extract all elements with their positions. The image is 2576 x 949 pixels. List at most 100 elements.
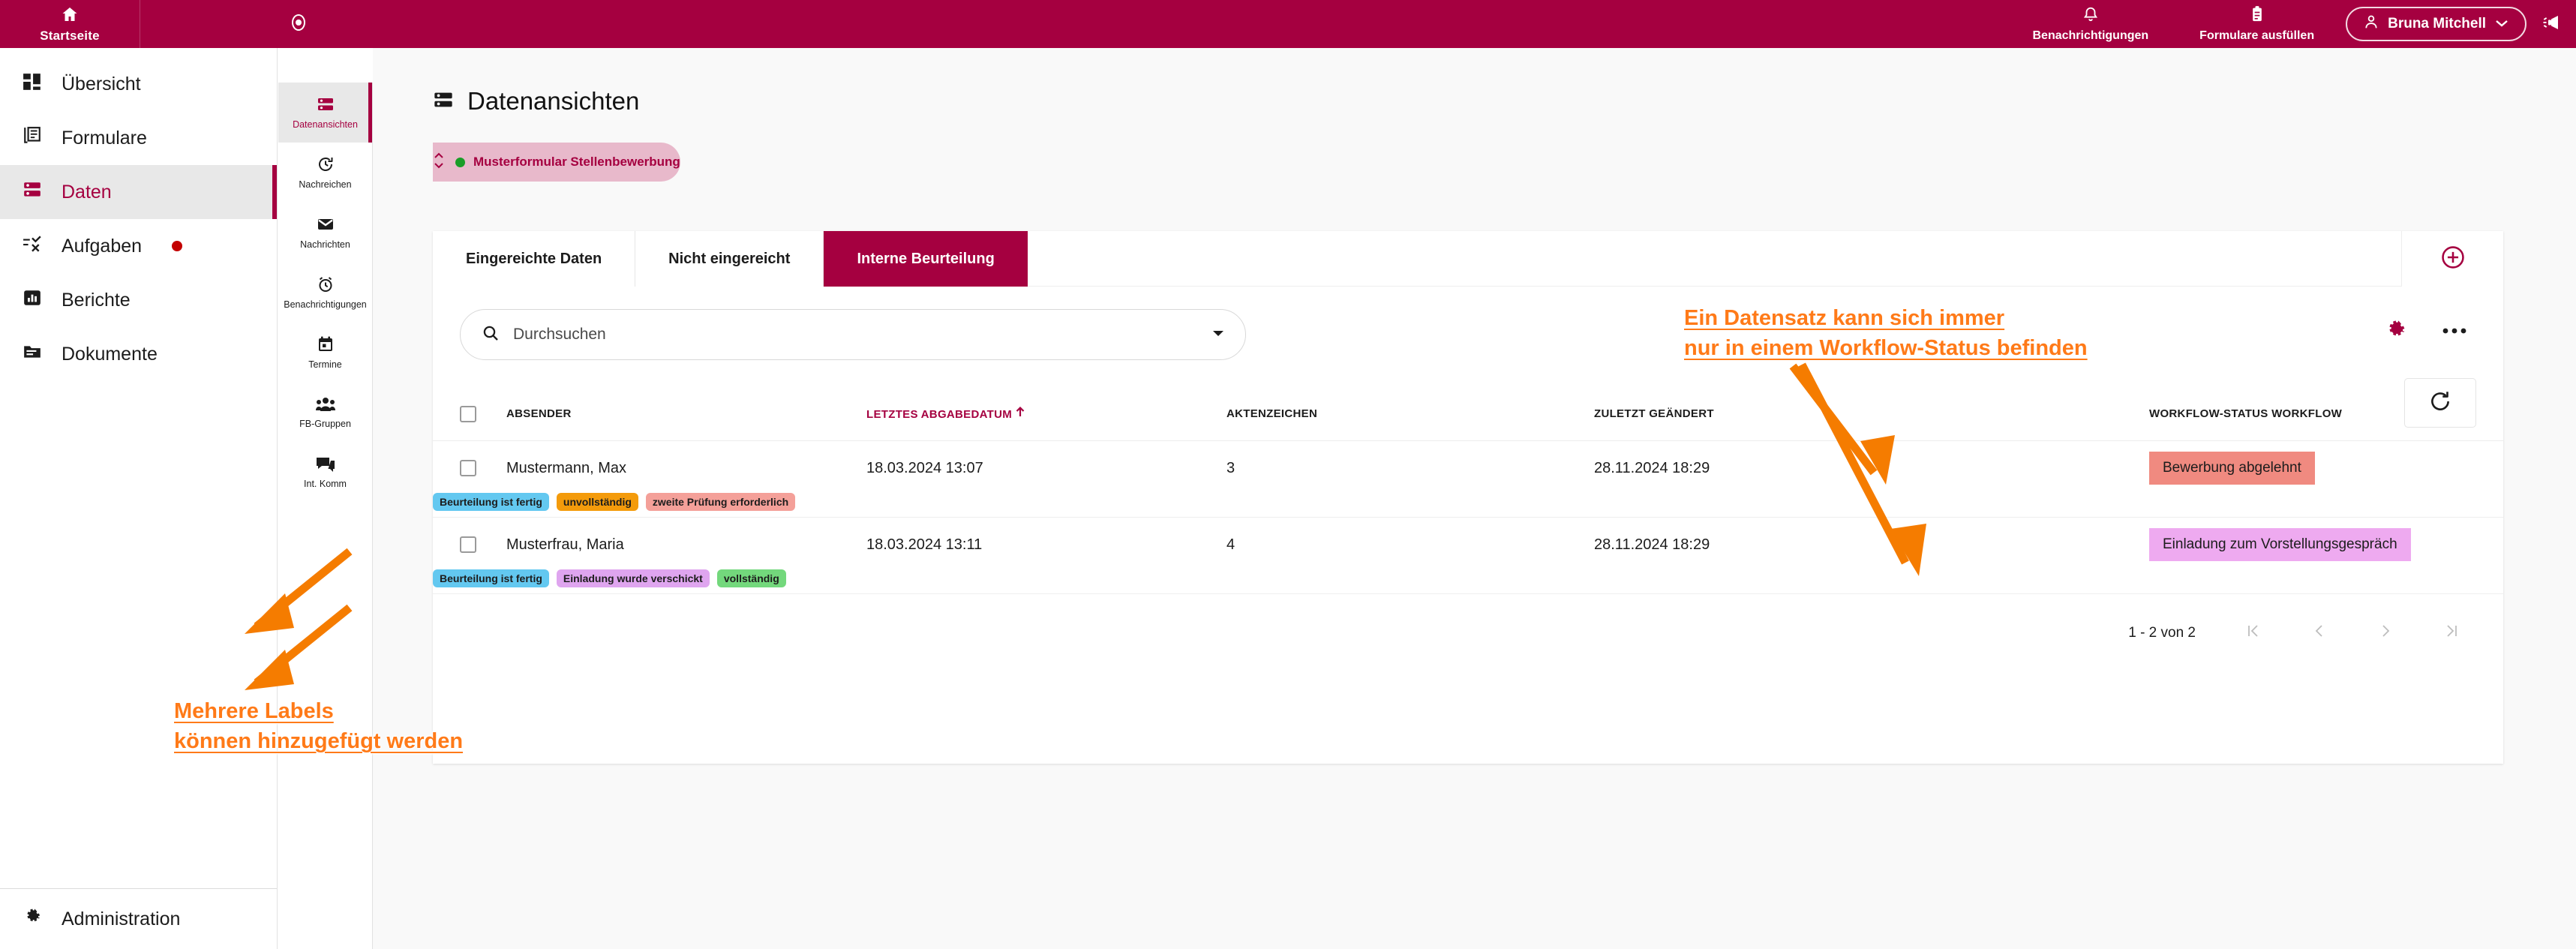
dashboard-icon: [23, 72, 42, 97]
rail-item-label: Datenansichten: [293, 119, 358, 131]
table-row[interactable]: Mustermann, Max 18.03.2024 13:07 3 28.11…: [433, 441, 2503, 518]
next-page-icon[interactable]: [2377, 623, 2394, 644]
table-header-row: ABSENDER LETZTES ABGABEDATUM AKTENZEICHE…: [433, 387, 2503, 441]
more-horizontal-icon[interactable]: [2442, 326, 2467, 339]
plus-circle-icon: [2440, 245, 2466, 274]
column-header-absender[interactable]: ABSENDER: [506, 407, 866, 420]
notifications-button[interactable]: Benachrichtigungen: [2007, 0, 2174, 48]
sort-asc-icon: [1015, 406, 1025, 421]
sidebar-item-formulare[interactable]: Formulare: [0, 111, 277, 165]
label-chip[interactable]: vollständig: [716, 569, 786, 587]
sidebar-item-daten[interactable]: Daten: [0, 165, 277, 219]
label-chip[interactable]: Beurteilung ist fertig: [433, 569, 549, 587]
row-select-cell[interactable]: [460, 460, 506, 476]
sidebar-item-dokumente[interactable]: Dokumente: [0, 327, 277, 381]
search-input[interactable]: Durchsuchen: [460, 309, 1246, 360]
sidebar-item-label: Übersicht: [62, 73, 141, 95]
tab-nicht-eingereicht[interactable]: Nicht eingereicht: [635, 231, 824, 287]
rail-item-int-komm[interactable]: Int. Komm: [278, 443, 372, 503]
rail-item-label: Int. Komm: [304, 479, 347, 490]
table-toolbar: Durchsuchen: [433, 287, 2503, 428]
record-circle-icon: [290, 13, 307, 36]
alarm-icon: [317, 275, 335, 297]
column-header-aktenzeichen[interactable]: AKTENZEICHEN: [1226, 407, 1594, 420]
last-page-icon[interactable]: [2443, 623, 2460, 644]
label-chip[interactable]: Einladung wurde verschickt: [556, 569, 710, 587]
cell-absender: Musterfrau, Maria: [506, 536, 624, 553]
rail-item-termine[interactable]: Termine: [278, 323, 372, 383]
cell-zuletzt-geaendert: 28.11.2024 18:29: [1594, 459, 1710, 476]
home-button[interactable]: Startseite: [0, 0, 140, 48]
bell-icon: [2082, 5, 2099, 27]
fill-forms-button[interactable]: Formulare ausfüllen: [2174, 0, 2340, 48]
notifications-label: Benachrichtigungen: [2032, 29, 2149, 42]
cell-datum: 18.03.2024 13:11: [866, 536, 983, 553]
first-page-icon[interactable]: [2245, 623, 2262, 644]
form-selector[interactable]: Musterformular Stellenbewerbung: [433, 143, 680, 182]
row-checkbox[interactable]: [460, 536, 476, 553]
record-circle-button[interactable]: [290, 13, 307, 36]
prev-page-icon[interactable]: [2311, 623, 2328, 644]
select-all-checkbox[interactable]: [460, 405, 476, 422]
add-view-button[interactable]: [2401, 231, 2503, 287]
people-icon: [315, 396, 335, 416]
sidebar-item-uebersicht[interactable]: Übersicht: [0, 57, 277, 111]
status-badge: Bewerbung abgelehnt: [2149, 452, 2315, 485]
tab-label: Interne Beurteilung: [857, 250, 995, 267]
table-row[interactable]: Musterfrau, Maria 18.03.2024 13:11 4 28.…: [433, 518, 2503, 594]
clipboard-icon: [2250, 5, 2265, 27]
sidebar-item-administration[interactable]: Administration: [0, 889, 277, 949]
rail-item-label: FB-Gruppen: [299, 419, 351, 430]
mail-icon: [317, 215, 335, 237]
fill-forms-label: Formulare ausfüllen: [2199, 29, 2315, 42]
label-chip[interactable]: zweite Prüfung erforderlich: [645, 493, 796, 511]
row-labels: Beurteilung ist fertig Einladung wurde v…: [433, 569, 786, 587]
chart-icon: [23, 288, 42, 313]
rail-item-nachreichen[interactable]: Nachreichen: [278, 143, 372, 203]
gear-icon[interactable]: [2383, 318, 2407, 346]
main-content: Datenansichten Musterformular Stellenbew…: [373, 48, 2576, 949]
label-chip[interactable]: Beurteilung ist fertig: [433, 493, 549, 511]
row-checkbox[interactable]: [460, 460, 476, 476]
tab-label: Eingereichte Daten: [466, 250, 602, 267]
home-label: Startseite: [40, 28, 100, 43]
chevron-down-icon[interactable]: [1211, 328, 1226, 342]
rail-item-label: Nachreichen: [299, 179, 352, 191]
column-header-workflow-status[interactable]: WORKFLOW-STATUS WORKFLOW: [2149, 407, 2503, 420]
cell-absender: Mustermann, Max: [506, 459, 627, 476]
announcements-button[interactable]: [2526, 14, 2576, 35]
rail-item-nachrichten[interactable]: Nachrichten: [278, 203, 372, 263]
rail-item-benachrichtigungen[interactable]: Benachrichtigungen: [278, 263, 372, 323]
data-views-card: Eingereichte Daten Nicht eingereicht Int…: [433, 231, 2503, 764]
data-table: ABSENDER LETZTES ABGABEDATUM AKTENZEICHE…: [433, 387, 2503, 644]
cell-datum: 18.03.2024 13:07: [866, 459, 983, 476]
label-chip[interactable]: unvollständig: [556, 493, 638, 511]
sidebar-item-label: Formulare: [62, 127, 147, 149]
select-all-cell[interactable]: [460, 405, 506, 422]
top-header-bar: Startseite Benachrichtigungen Formulare …: [0, 0, 2576, 48]
chat-icon: [316, 456, 335, 476]
up-down-chevrons-icon: [433, 150, 445, 175]
row-labels: Beurteilung ist fertig unvollständig zwe…: [433, 493, 796, 511]
tab-interne-beurteilung[interactable]: Interne Beurteilung: [824, 231, 1028, 287]
folder-icon: [23, 342, 42, 367]
pagination-range: 1 - 2 von 2: [2128, 625, 2196, 641]
form-selector-label: Musterformular Stellenbewerbung: [473, 155, 680, 169]
tab-eingereichte-daten[interactable]: Eingereichte Daten: [433, 231, 636, 287]
form-selector-stepper[interactable]: [433, 143, 445, 182]
page-title: Datenansichten: [467, 87, 640, 115]
row-select-cell[interactable]: [460, 536, 506, 553]
sidebar-item-berichte[interactable]: Berichte: [0, 273, 277, 327]
database-icon: [23, 180, 42, 205]
column-header-datum[interactable]: LETZTES ABGABEDATUM: [866, 406, 1226, 422]
rail-item-fb-gruppen[interactable]: FB-Gruppen: [278, 383, 372, 443]
cell-aktenzeichen: 3: [1226, 459, 1235, 476]
rail-item-datenansichten[interactable]: Datenansichten: [278, 83, 372, 143]
toolbar-actions: [2383, 318, 2467, 346]
column-header-zuletzt-geaendert[interactable]: ZULETZT GEÄNDERT: [1594, 407, 2149, 420]
sidebar-item-aufgaben[interactable]: Aufgaben: [0, 219, 277, 273]
user-menu-button[interactable]: Bruna Mitchell: [2346, 7, 2526, 41]
status-badge: Einladung zum Vorstellungsgespräch: [2149, 528, 2411, 561]
form-selector-body[interactable]: Musterformular Stellenbewerbung: [445, 143, 680, 182]
tab-label: Nicht eingereicht: [668, 250, 791, 267]
